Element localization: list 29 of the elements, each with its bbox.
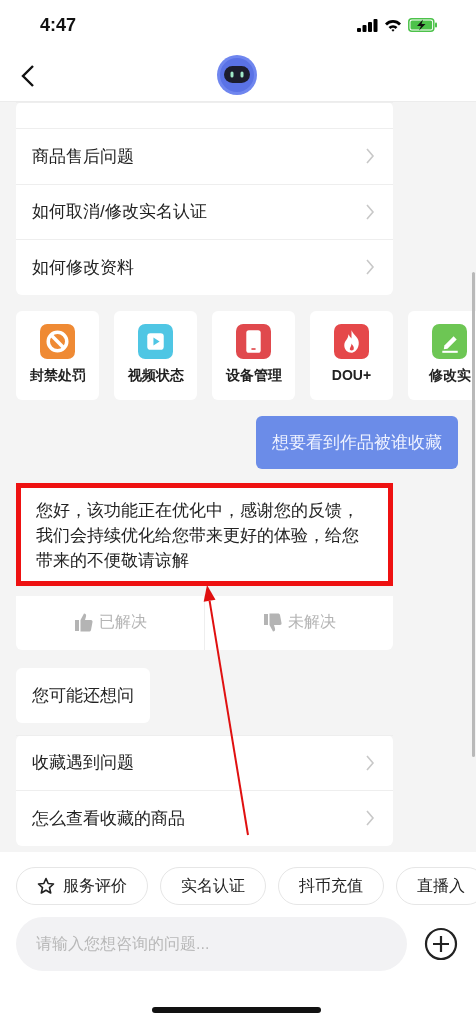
shortcut-label: DOU+: [331, 366, 372, 383]
question-text: 收藏遇到问题: [32, 752, 134, 775]
message-input[interactable]: 请输入您想咨询的问题...: [16, 917, 407, 971]
question-text: 怎么查看收藏的商品: [32, 807, 185, 830]
answer-message: 您好，该功能正在优化中，感谢您的反馈，我们会持续优化给您带来更好的体验，给您带来的不便敬请谅解: [36, 499, 360, 572]
question-row[interactable]: 如何取消/修改实名认证: [16, 183, 393, 239]
question-row[interactable]: 商品售后问题: [16, 128, 393, 184]
shortcut-label: 封禁处罚: [29, 366, 86, 385]
user-message: 想要看到作品被谁收藏: [256, 415, 458, 469]
shortcut-label: 视频状态: [127, 366, 184, 385]
shortcut-tile[interactable]: 设备管理: [212, 310, 295, 400]
question-row[interactable]: 收藏遇到问题: [16, 734, 393, 790]
question-row[interactable]: 怎么查看收藏的商品: [16, 790, 393, 846]
question-row[interactable]: 如何修改资料: [16, 239, 393, 295]
question-text: 如何取消/修改实名认证: [32, 201, 207, 224]
question-text: 如何修改资料: [32, 256, 134, 279]
shortcut-label: 设备管理: [225, 366, 282, 385]
question-text: 商品售后问题: [32, 145, 134, 168]
clock: 4:47: [40, 14, 77, 36]
quick-chip[interactable]: 实名认证: [160, 867, 266, 905]
quick-chip[interactable]: 服务评价: [16, 867, 148, 905]
shortcut-tile[interactable]: DOU+: [310, 310, 393, 400]
shortcut-label: 修改实: [428, 366, 471, 385]
shortcut-tile[interactable]: 封禁处罚: [16, 310, 99, 400]
shortcut-tile[interactable]: 修改实: [408, 310, 476, 400]
quick-chip[interactable]: 抖币充值: [278, 867, 384, 905]
prompt-message: 您可能还想问: [16, 667, 150, 723]
quick-chip[interactable]: 直播入: [396, 867, 476, 905]
shortcut-tile[interactable]: 视频状态: [114, 310, 197, 400]
